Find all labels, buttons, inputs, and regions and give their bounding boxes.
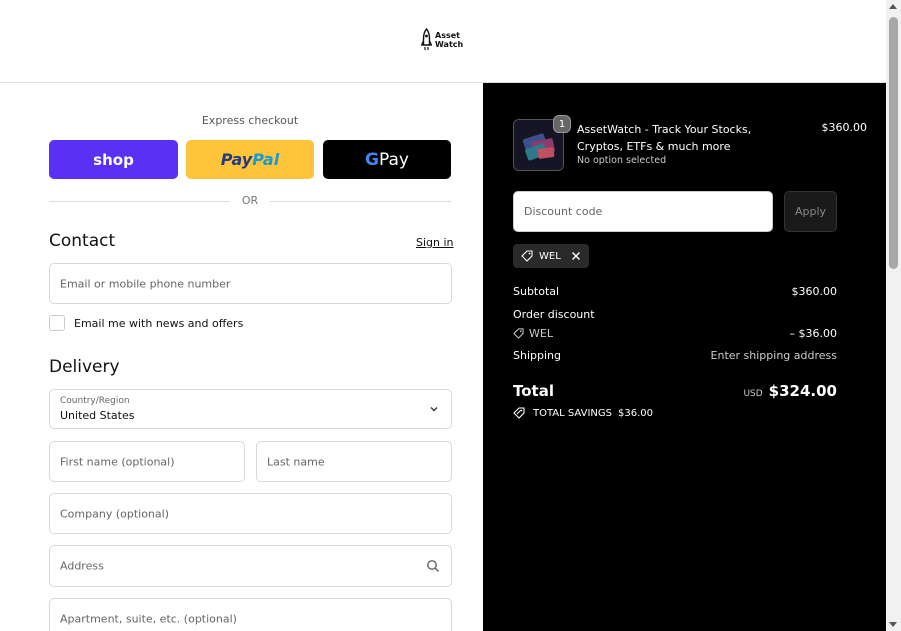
express-checkout-title: Express checkout bbox=[201, 114, 299, 127]
checkout-form-panel: Express checkout shop Pay Pal G Pay OR Co… bbox=[0, 83, 483, 631]
delivery-title: Delivery bbox=[49, 357, 120, 377]
discount-code-label: WEL bbox=[529, 327, 553, 340]
quantity-badge: 1 bbox=[553, 115, 571, 133]
shipping-label: Shipping bbox=[513, 349, 561, 362]
order-discount-label: Order discount bbox=[513, 308, 595, 321]
search-icon bbox=[427, 560, 440, 573]
subtotal-row: Subtotal $360.00 bbox=[513, 285, 837, 298]
total-value-wrap: USD $324.00 bbox=[743, 382, 837, 400]
shipping-value: Enter shipping address bbox=[710, 349, 837, 362]
discount-code-wrap: WEL bbox=[513, 327, 553, 340]
company-placeholder: Company (optional) bbox=[60, 507, 169, 520]
discount-value: – $36.00 bbox=[789, 327, 838, 340]
discount-code-row: WEL – $36.00 bbox=[513, 327, 837, 342]
email-placeholder: Email or mobile phone number bbox=[60, 277, 231, 290]
paypal-label-part1: Pay bbox=[220, 150, 253, 169]
apply-label: Apply bbox=[794, 205, 827, 218]
sign-in-link[interactable]: Sign in bbox=[416, 236, 454, 249]
google-pay-button[interactable]: G Pay bbox=[323, 140, 451, 179]
shop-pay-button[interactable]: shop bbox=[49, 140, 178, 179]
savings-label: TOTAL SAVINGS bbox=[533, 407, 613, 419]
page-scrollbar[interactable] bbox=[886, 0, 901, 631]
shop-pay-label: shop bbox=[93, 150, 134, 169]
shipping-row: Shipping Enter shipping address bbox=[513, 349, 837, 362]
scroll-down-arrow-icon[interactable] bbox=[889, 622, 897, 627]
tag-icon bbox=[521, 250, 533, 262]
tag-icon bbox=[513, 328, 524, 339]
product-option: No option selected bbox=[577, 155, 667, 166]
company-field[interactable]: Company (optional) bbox=[49, 493, 452, 534]
checkout-header: Asset Watch bbox=[0, 0, 886, 83]
currency-code: USD bbox=[743, 389, 763, 399]
country-value: United States bbox=[60, 409, 135, 422]
last-name-field[interactable]: Last name bbox=[256, 441, 452, 482]
savings-tag-icon bbox=[513, 407, 525, 419]
applied-discount-chip: WEL bbox=[513, 244, 589, 268]
total-savings-row: TOTAL SAVINGS $36.00 bbox=[513, 407, 653, 419]
assetwatch-logo[interactable]: Asset Watch bbox=[421, 28, 463, 52]
newsletter-row: Email me with news and offers bbox=[49, 315, 243, 331]
applied-code-label: WEL bbox=[539, 250, 561, 262]
apply-discount-button[interactable]: Apply bbox=[784, 191, 837, 232]
country-select[interactable]: Country/Region United States bbox=[49, 389, 452, 429]
scrollbar-thumb[interactable] bbox=[889, 17, 898, 269]
subtotal-label: Subtotal bbox=[513, 285, 560, 298]
subtotal-value: $360.00 bbox=[791, 285, 838, 298]
or-label: OR bbox=[241, 194, 259, 207]
first-name-field[interactable]: First name (optional) bbox=[49, 441, 245, 482]
apartment-field[interactable]: Apartment, suite, etc. (optional) bbox=[49, 598, 452, 631]
total-amount: $324.00 bbox=[768, 382, 837, 400]
order-summary-panel: 1 AssetWatch - Track Your Stocks, Crypto… bbox=[483, 83, 886, 631]
google-pay-label: Pay bbox=[379, 149, 409, 170]
google-g-icon: G bbox=[365, 149, 379, 170]
logo-line-2: Watch bbox=[435, 40, 464, 49]
chevron-down-icon bbox=[430, 407, 438, 412]
savings-value: $36.00 bbox=[618, 407, 654, 419]
product-price: $360.00 bbox=[821, 121, 868, 134]
remove-discount-close-icon[interactable] bbox=[571, 251, 581, 261]
order-discount-row: Order discount bbox=[513, 308, 837, 321]
logo-line-1: Asset bbox=[435, 31, 460, 40]
country-label: Country/Region bbox=[60, 396, 130, 406]
first-name-placeholder: First name (optional) bbox=[60, 455, 175, 468]
address-placeholder: Address bbox=[60, 559, 104, 573]
paypal-label-part2: Pal bbox=[252, 150, 280, 169]
newsletter-checkbox[interactable] bbox=[49, 315, 65, 331]
contact-title: Contact bbox=[49, 231, 116, 251]
last-name-placeholder: Last name bbox=[267, 455, 325, 468]
or-divider: OR bbox=[49, 194, 451, 208]
total-label: Total bbox=[513, 382, 554, 400]
paypal-button[interactable]: Pay Pal bbox=[186, 140, 314, 179]
scroll-up-arrow-icon[interactable] bbox=[889, 4, 897, 9]
product-name: AssetWatch - Track Your Stocks, Cryptos,… bbox=[577, 123, 752, 153]
rocket-icon bbox=[421, 28, 432, 50]
logo-text: Asset Watch bbox=[435, 31, 463, 49]
newsletter-label: Email me with news and offers bbox=[74, 316, 244, 330]
address-field[interactable]: Address bbox=[49, 545, 452, 587]
discount-code-field[interactable]: Discount code bbox=[513, 191, 773, 232]
discount-code-placeholder: Discount code bbox=[524, 205, 603, 218]
email-field[interactable]: Email or mobile phone number bbox=[49, 263, 452, 304]
apartment-placeholder: Apartment, suite, etc. (optional) bbox=[60, 612, 237, 625]
